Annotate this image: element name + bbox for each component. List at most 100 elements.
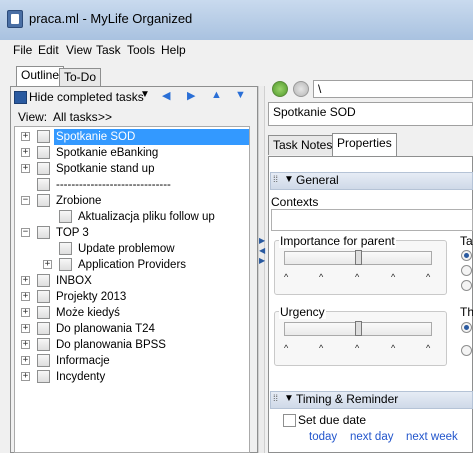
tree-row[interactable]: Update problemow: [15, 241, 249, 257]
expand-icon[interactable]: +: [21, 292, 30, 301]
clipped-group-label-1: Ta: [460, 234, 473, 248]
expand-icon[interactable]: +: [21, 324, 30, 333]
radio-option-4[interactable]: [461, 322, 472, 333]
link-next-day[interactable]: next day: [350, 431, 393, 443]
tree-row[interactable]: − Zrobione: [15, 193, 249, 209]
menu-help[interactable]: Help: [161, 40, 186, 60]
task-checkbox[interactable]: [37, 290, 50, 303]
tab-to-do[interactable]: To-Do: [59, 68, 102, 86]
back-icon[interactable]: [272, 81, 288, 97]
tree-row[interactable]: + Incydenty: [15, 369, 249, 385]
app-icon: [7, 10, 23, 28]
task-label: Do planowania T24: [56, 323, 155, 335]
collapse-icon[interactable]: −: [21, 196, 30, 205]
collapse-third-icon[interactable]: ▶: [259, 256, 265, 265]
link-today[interactable]: today: [309, 431, 337, 443]
view-more-button[interactable]: >>: [98, 110, 112, 124]
tree-row[interactable]: − TOP 3: [15, 225, 249, 241]
tree-row[interactable]: + Może kiedyś: [15, 305, 249, 321]
general-section-title: General: [296, 173, 339, 187]
task-checkbox[interactable]: [37, 370, 50, 383]
task-label: Może kiedyś: [56, 307, 120, 319]
menu-tools[interactable]: Tools: [127, 40, 155, 60]
task-checkbox[interactable]: [37, 338, 50, 351]
task-checkbox[interactable]: [37, 274, 50, 287]
tree-row[interactable]: ------------------------------: [15, 177, 249, 193]
collapse-general-icon[interactable]: ▼: [284, 174, 294, 185]
expand-icon[interactable]: +: [21, 148, 30, 157]
link-next-week[interactable]: next week: [406, 431, 458, 443]
arrow-right-icon[interactable]: ▶: [187, 89, 195, 102]
radio-option-1[interactable]: [461, 250, 472, 261]
collapse-timing-icon[interactable]: ▼: [284, 393, 294, 404]
task-checkbox[interactable]: [37, 162, 50, 175]
task-label: Do planowania BPSS: [56, 339, 166, 351]
tree-row[interactable]: Aktualizacja pliku follow up: [15, 209, 249, 225]
arrow-down-icon[interactable]: ▼: [235, 89, 246, 101]
set-due-date-label: Set due date: [298, 413, 367, 427]
arrow-up-icon[interactable]: ▲: [211, 89, 222, 101]
collapse-icon[interactable]: −: [21, 228, 30, 237]
menu-file[interactable]: File: [13, 40, 32, 60]
radio-option-2[interactable]: [461, 265, 472, 276]
tab-outline[interactable]: Outline: [16, 66, 65, 86]
collapse-right-icon[interactable]: ◀: [259, 246, 265, 255]
contexts-input[interactable]: [271, 209, 473, 231]
tab-properties[interactable]: Properties: [332, 133, 397, 156]
expand-icon[interactable]: +: [21, 372, 30, 381]
task-checkbox[interactable]: [37, 322, 50, 335]
menu-view[interactable]: View: [66, 40, 92, 60]
task-label: INBOX: [56, 275, 92, 287]
task-checkbox[interactable]: [37, 306, 50, 319]
timing-section-title: Timing & Reminder: [296, 392, 399, 406]
view-filter-value[interactable]: All tasks: [53, 110, 98, 124]
task-label: ------------------------------: [56, 179, 171, 191]
task-checkbox[interactable]: [59, 210, 72, 223]
panel-splitter[interactable]: [258, 86, 265, 453]
importance-label: Importance for parent: [279, 234, 396, 248]
task-checkbox[interactable]: [37, 146, 50, 159]
tree-row[interactable]: + Informacje: [15, 353, 249, 369]
task-label: Projekty 2013: [56, 291, 127, 303]
tree-row[interactable]: + Application Providers: [15, 257, 249, 273]
forward-icon[interactable]: [293, 81, 309, 97]
task-checkbox[interactable]: [59, 258, 72, 271]
menu-edit[interactable]: Edit: [38, 40, 59, 60]
importance-slider-thumb[interactable]: [355, 250, 362, 265]
radio-option-5[interactable]: [461, 345, 472, 356]
tab-task-notes[interactable]: Task Notes: [268, 135, 338, 155]
urgency-slider-thumb[interactable]: [355, 321, 362, 336]
task-checkbox[interactable]: [37, 130, 50, 143]
hide-completed-checkbox[interactable]: [14, 91, 27, 104]
expand-icon[interactable]: +: [43, 260, 52, 269]
task-checkbox[interactable]: [37, 226, 50, 239]
expand-icon[interactable]: +: [21, 132, 30, 141]
tree-row[interactable]: + Projekty 2013: [15, 289, 249, 305]
tree-row[interactable]: + INBOX: [15, 273, 249, 289]
set-due-date-checkbox[interactable]: [283, 414, 296, 427]
tree-row[interactable]: + Spotkanie eBanking: [15, 145, 249, 161]
task-checkbox[interactable]: [37, 178, 50, 191]
expand-icon[interactable]: +: [21, 308, 30, 317]
tree-row[interactable]: + Spotkanie stand up: [15, 161, 249, 177]
task-title-field[interactable]: Spotkanie SOD: [268, 102, 473, 126]
tree-row[interactable]: + Do planowania T24: [15, 321, 249, 337]
task-checkbox[interactable]: [37, 194, 50, 207]
hide-completed-dropdown-icon[interactable]: ▼: [140, 89, 150, 100]
arrow-left-icon[interactable]: ◀: [162, 89, 170, 102]
task-checkbox[interactable]: [59, 242, 72, 255]
expand-icon[interactable]: +: [21, 356, 30, 365]
tree-row[interactable]: + Do planowania BPSS: [15, 337, 249, 353]
radio-option-3[interactable]: [461, 280, 472, 291]
task-checkbox[interactable]: [37, 354, 50, 367]
expand-icon[interactable]: +: [21, 164, 30, 173]
task-label: Aktualizacja pliku follow up: [78, 211, 215, 223]
tree-row[interactable]: + Spotkanie SOD: [15, 129, 249, 145]
expand-icon[interactable]: +: [21, 276, 30, 285]
collapse-left-icon[interactable]: ▶: [259, 236, 265, 245]
urgency-group: [274, 311, 447, 366]
address-input[interactable]: [313, 80, 473, 98]
expand-icon[interactable]: +: [21, 340, 30, 349]
task-label: Spotkanie SOD: [54, 129, 249, 145]
menu-task[interactable]: Task: [96, 40, 121, 60]
